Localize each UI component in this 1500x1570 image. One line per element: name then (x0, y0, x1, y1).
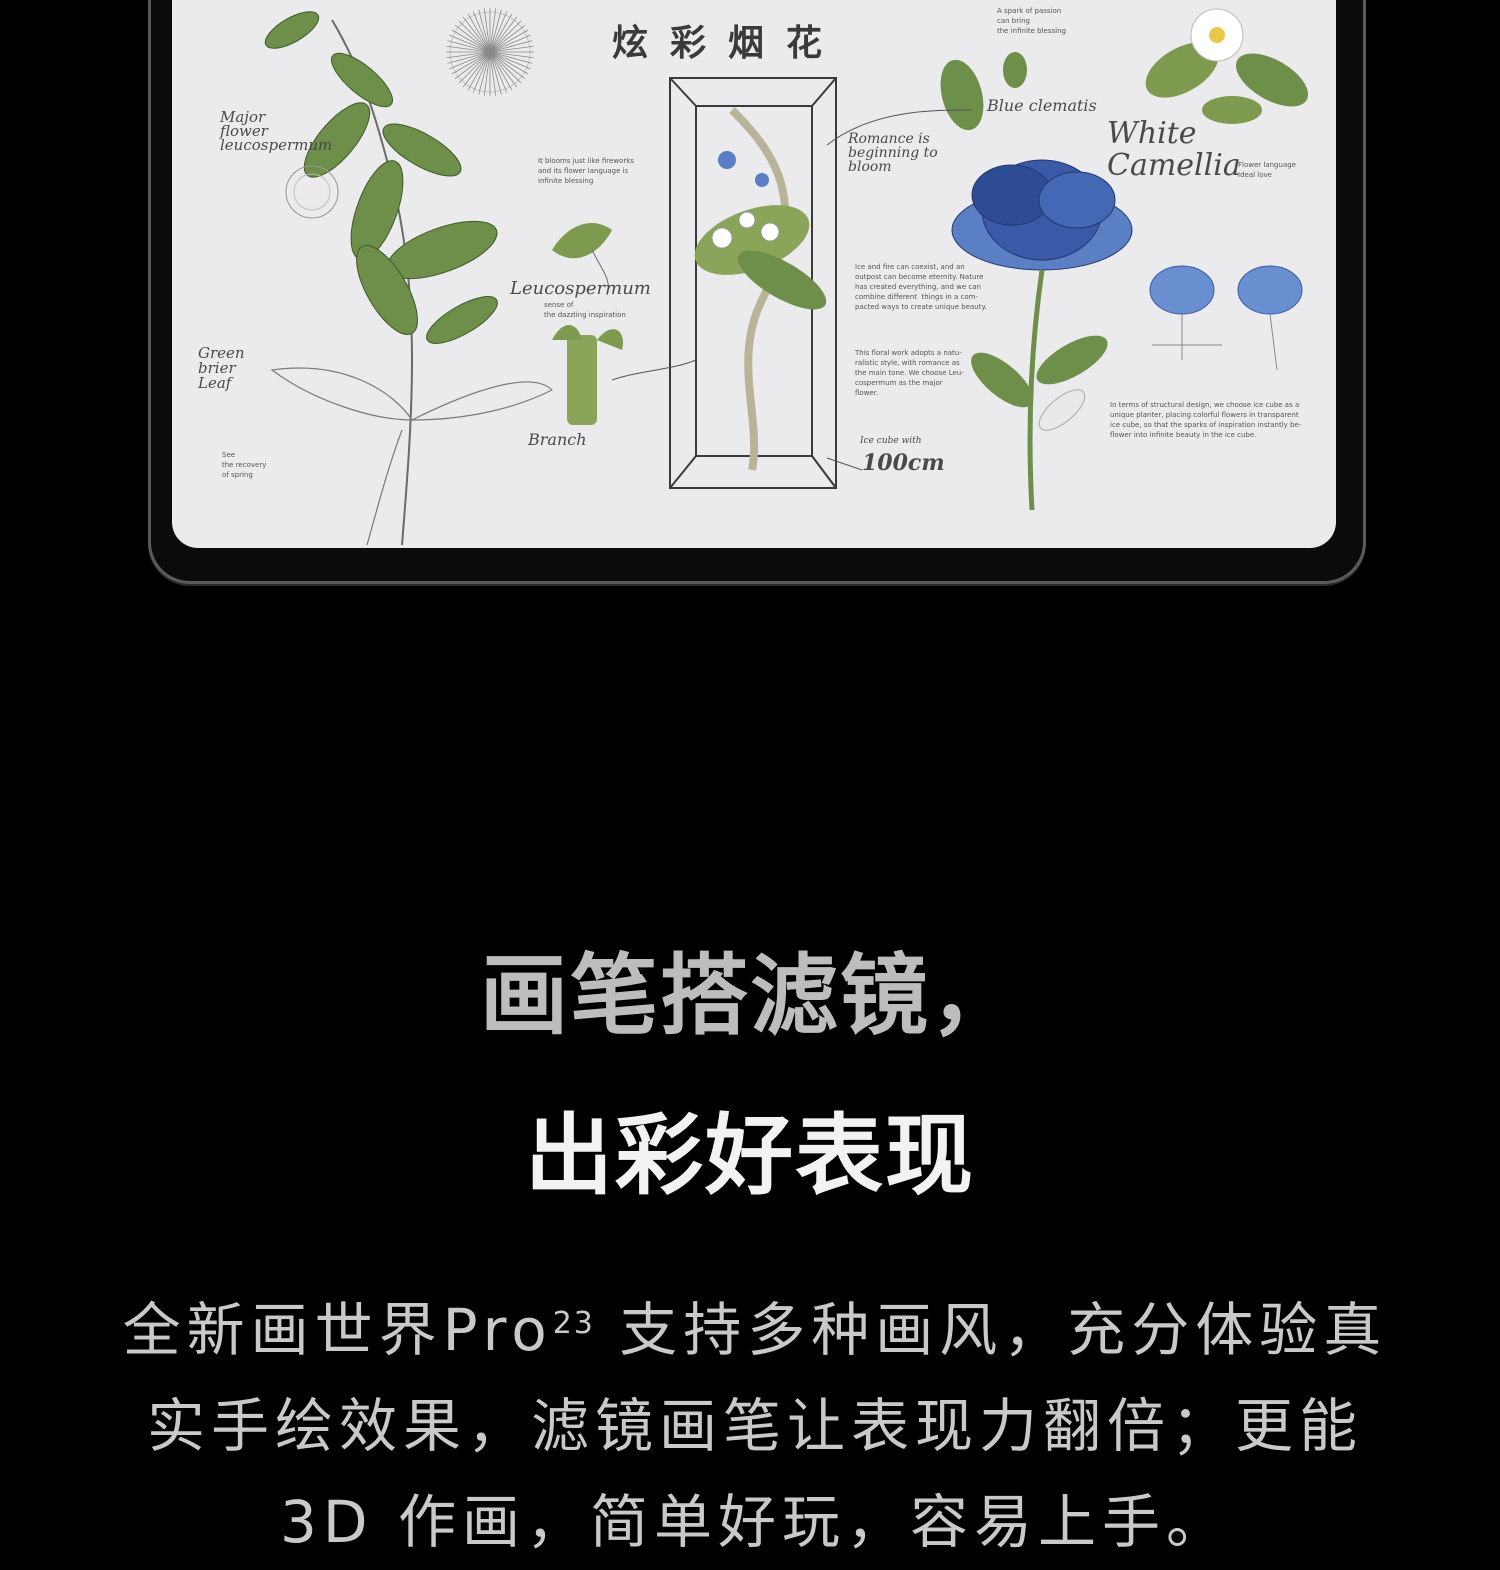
note-center-1: Ice and fire can coexist, and an outpost… (855, 263, 987, 311)
note-camellia: Flower language Ideal love (1238, 161, 1296, 179)
script-size-label: Ice cube with (860, 436, 922, 446)
note-center-2: This floral work adopts a natu- ralistic… (855, 349, 964, 397)
leucospermum-flowers (552, 222, 623, 425)
small-blue-flowers (1149, 265, 1303, 371)
script-leucospermum: Leucospermum (510, 278, 651, 299)
blue-clematis-leaves (940, 52, 1027, 131)
body-description: 全新画世界Pro23 支持多种画风，充分体验真实手绘效果，滤镜画笔让表现力翻倍；… (95, 1282, 1415, 1570)
dandelion-sketch (446, 8, 534, 96)
note-top-right: A spark of passion can bring the infinit… (997, 7, 1066, 35)
script-branch: Branch (528, 430, 587, 449)
note-right: In terms of structural design, we choose… (1110, 401, 1302, 439)
script-white-camellia: White Camellia (1107, 116, 1241, 183)
script-major-flower: Major flower leucospermum (220, 108, 333, 154)
white-camellia (1145, 8, 1309, 124)
note-left: It blooms just like fireworks and its fl… (538, 157, 634, 185)
script-green-brier: Green brier Leaf (198, 344, 245, 392)
note-leucospermum: sense of the dazzling inspiration (544, 301, 626, 319)
body-text-pre: 全新画世界Pro (122, 1296, 553, 1364)
blue-flower (951, 159, 1133, 511)
footnote-marker: 23 (552, 1306, 595, 1341)
headline-line-1: 画笔搭滤镜， (479, 944, 1020, 1047)
headline-line-2: 出彩好表现 (524, 1104, 975, 1207)
script-size: 100cm (862, 450, 945, 476)
artwork-title: 炫彩烟花 (612, 23, 845, 64)
note-spring: See the recovery of spring (222, 451, 267, 479)
script-romance: Romance is beginning to bloom (848, 131, 938, 175)
script-blue-clematis: Blue clematis (987, 96, 1097, 115)
botanical-illustration (264, 8, 1309, 546)
green-branch (264, 11, 498, 546)
tablet-screen-artwork: 炫彩烟花 A spark of passion can bring the in… (172, 0, 1336, 548)
